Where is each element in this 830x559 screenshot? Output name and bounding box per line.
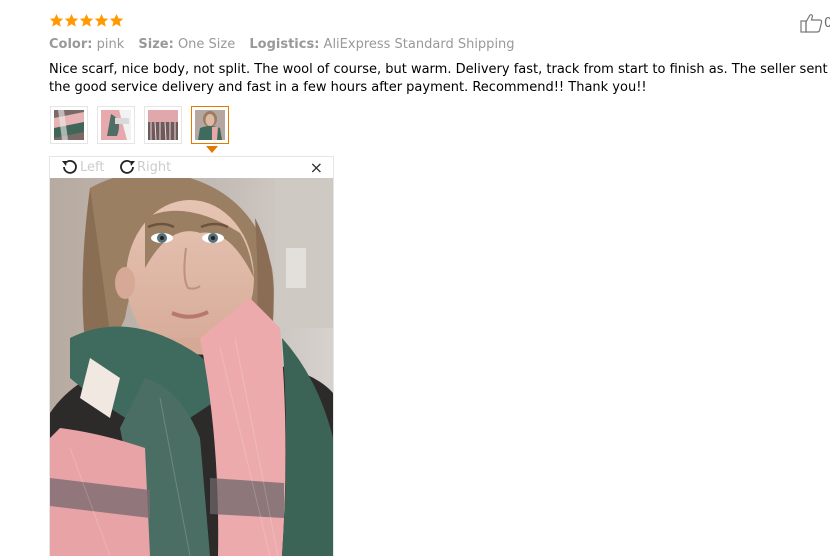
size-label: Size:: [138, 37, 174, 52]
rotate-right-label: Right: [137, 159, 172, 175]
rotate-right-button[interactable]: Right: [117, 158, 171, 176]
viewer-toolbar: Left Right ×: [50, 157, 333, 178]
review-photo-large: [50, 178, 333, 556]
star-icon: [94, 13, 109, 28]
logistics-value: AliExpress Standard Shipping: [323, 37, 515, 52]
thumbs-up-icon: [800, 14, 823, 33]
helpful-count: 0: [824, 16, 830, 31]
review-photo-thumb[interactable]: [50, 106, 88, 144]
selfie-with-scarf-image: [50, 178, 333, 556]
order-meta: Color: pink Size: One Size Logistics: Al…: [49, 37, 525, 52]
review-photo-thumb-active[interactable]: [191, 106, 229, 144]
star-icon: [79, 13, 94, 28]
star-icon: [49, 13, 64, 28]
rotate-left-label: Left: [80, 159, 105, 175]
review-photo-thumb[interactable]: [97, 106, 135, 144]
photo-viewer: Left Right ×: [49, 156, 334, 556]
active-thumb-pointer: [206, 146, 218, 153]
star-rating: [49, 13, 124, 28]
scarf-photo-thumbnail: [101, 110, 131, 140]
star-icon: [109, 13, 124, 28]
feedback-text: Nice scarf, nice body, not split. The wo…: [49, 62, 828, 95]
rotate-right-icon: [120, 159, 135, 174]
logistics-label: Logistics:: [249, 37, 320, 52]
color-label: Color:: [49, 37, 93, 52]
selfie-photo-thumbnail: [195, 110, 225, 140]
scarf-photo-thumbnail: [148, 110, 178, 141]
review-photo-thumbnails: [50, 106, 238, 144]
rotate-left-icon: [62, 159, 77, 174]
close-viewer-button[interactable]: ×: [310, 158, 323, 177]
helpful-button[interactable]: 0: [800, 13, 830, 35]
rotate-left-button[interactable]: Left: [60, 158, 104, 176]
color-value: pink: [96, 37, 125, 52]
review-photo-thumb[interactable]: [144, 106, 182, 144]
size-value: One Size: [177, 37, 236, 52]
star-icon: [64, 13, 79, 28]
scarf-photo-thumbnail: [54, 110, 84, 140]
